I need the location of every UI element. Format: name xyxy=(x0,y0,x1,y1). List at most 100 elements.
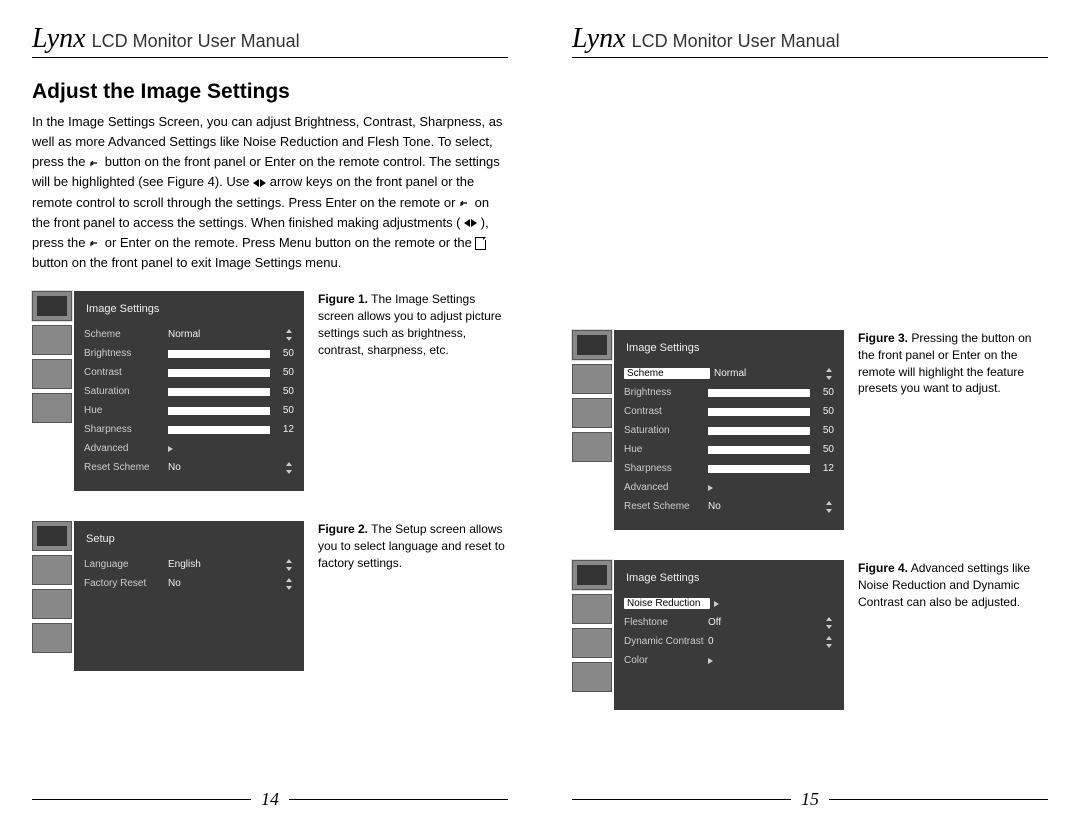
updown-icon[interactable] xyxy=(284,462,294,474)
select-value: No xyxy=(168,578,280,589)
menu-row-label: Brightness xyxy=(624,387,704,398)
menu-row[interactable]: Dynamic Contrast0 xyxy=(624,632,834,651)
menu-title: Setup xyxy=(84,529,294,555)
slider-track[interactable] xyxy=(708,427,810,435)
menu-row-label: Contrast xyxy=(624,406,704,417)
figure-4-block: Image Settings Noise ReductionFleshtoneO… xyxy=(572,560,1048,710)
caption-label: Figure 1. xyxy=(318,292,368,306)
submenu-arrow-icon[interactable] xyxy=(714,601,719,607)
slider-track[interactable] xyxy=(708,408,810,416)
menu-row[interactable]: Contrast50 xyxy=(84,363,294,382)
menu-row-label: Sharpness xyxy=(624,463,704,474)
figure-2-caption: Figure 2. The Setup screen allows you to… xyxy=(304,521,508,671)
menu-image-settings: Image Settings SchemeNormalBrightness50C… xyxy=(614,330,844,530)
slider-value: 50 xyxy=(814,387,834,398)
thumb-icon xyxy=(572,432,612,462)
menu-row-label: Fleshtone xyxy=(624,617,704,628)
menu-row-label: Hue xyxy=(624,444,704,455)
sidebar-thumbs xyxy=(32,291,74,491)
menu-row-label: Saturation xyxy=(84,386,164,397)
updown-icon[interactable] xyxy=(824,501,834,513)
menu-row[interactable]: Noise Reduction xyxy=(624,594,834,613)
slider-value: 50 xyxy=(814,406,834,417)
updown-icon[interactable] xyxy=(284,559,294,571)
slider-track[interactable] xyxy=(708,465,810,473)
updown-icon[interactable] xyxy=(824,617,834,629)
submenu-arrow-icon[interactable] xyxy=(168,446,173,452)
slider-value: 12 xyxy=(814,463,834,474)
submenu-arrow-icon[interactable] xyxy=(708,658,713,664)
menu-row[interactable]: Hue 50 xyxy=(624,440,834,459)
menu-row[interactable]: Saturation 50 xyxy=(84,382,294,401)
menu-row-label: Brightness xyxy=(84,348,164,359)
select-value: No xyxy=(168,462,280,473)
menu-row[interactable]: Saturation50 xyxy=(624,421,834,440)
menu-row-label: Reset Scheme xyxy=(84,462,164,473)
caption-label: Figure 3. xyxy=(858,331,908,345)
sidebar-thumbs xyxy=(572,330,614,530)
menu-page-icon xyxy=(475,237,486,250)
menu-row[interactable]: Color xyxy=(624,651,834,670)
menu-row[interactable]: Brightness 50 xyxy=(84,344,294,363)
menu-row[interactable]: Contrast 50 xyxy=(624,402,834,421)
menu-row[interactable]: Sharpness 12 xyxy=(624,459,834,478)
thumb-icon xyxy=(572,560,612,590)
menu-row[interactable]: Reset Scheme No xyxy=(84,458,294,477)
menu-row[interactable]: LanguageEnglish xyxy=(84,555,294,574)
menu-row[interactable]: Reset SchemeNo xyxy=(624,497,834,516)
left-arrow-icon xyxy=(464,219,470,227)
figure-4-caption: Figure 4. Advanced settings like Noise R… xyxy=(844,560,1048,710)
updown-icon[interactable] xyxy=(824,368,834,380)
updown-icon[interactable] xyxy=(824,636,834,648)
enter-icon xyxy=(459,198,471,208)
menu-row-label: Contrast xyxy=(84,367,164,378)
menu-row[interactable]: Fleshtone Off xyxy=(624,613,834,632)
slider-value: 50 xyxy=(274,348,294,359)
updown-icon[interactable] xyxy=(284,578,294,590)
slider-value: 50 xyxy=(274,386,294,397)
updown-icon[interactable] xyxy=(284,329,294,341)
menu-row[interactable]: Advanced xyxy=(84,439,294,458)
thumb-icon xyxy=(572,628,612,658)
right-arrow-icon xyxy=(471,219,477,227)
slider-track[interactable] xyxy=(168,426,270,434)
slider-track[interactable] xyxy=(168,369,270,377)
body-text-6: or Enter on the remote. Press Menu butto… xyxy=(105,235,476,250)
thumb-icon xyxy=(32,521,72,551)
slider-value: 50 xyxy=(814,444,834,455)
menu-row[interactable]: Brightness 50 xyxy=(624,383,834,402)
menu-row-label: Reset Scheme xyxy=(624,501,704,512)
thumb-icon xyxy=(32,393,72,423)
slider-track[interactable] xyxy=(168,407,270,415)
slider-value: 12 xyxy=(274,424,294,435)
brand-logo: Lynx xyxy=(572,25,626,53)
body-paragraph: In the Image Settings Screen, you can ad… xyxy=(32,112,508,273)
menu-row[interactable]: SchemeNormal xyxy=(84,325,294,344)
menu-row-label: Hue xyxy=(84,405,164,416)
header-title: LCD Monitor User Manual xyxy=(632,31,840,52)
menu-row-label: Noise Reduction xyxy=(624,598,710,609)
thumb-icon xyxy=(572,364,612,394)
enter-icon xyxy=(89,158,101,168)
thumb-icon xyxy=(32,589,72,619)
brand-logo: Lynx xyxy=(32,25,86,53)
slider-value: 50 xyxy=(814,425,834,436)
menu-row[interactable]: Sharpness12 xyxy=(84,420,294,439)
thumb-icon xyxy=(32,325,72,355)
caption-label: Figure 4. xyxy=(858,561,908,575)
slider-track[interactable] xyxy=(168,350,270,358)
slider-track[interactable] xyxy=(168,388,270,396)
caption-label: Figure 2. xyxy=(318,522,368,536)
slider-track[interactable] xyxy=(708,446,810,454)
menu-row[interactable]: Hue50 xyxy=(84,401,294,420)
slider-track[interactable] xyxy=(708,389,810,397)
menu-row-label: Scheme xyxy=(624,368,710,379)
body-text-7: button on the front panel to exit Image … xyxy=(32,255,341,270)
menu-row[interactable]: Factory ResetNo xyxy=(84,574,294,593)
submenu-arrow-icon[interactable] xyxy=(708,485,713,491)
menu-row[interactable]: SchemeNormal xyxy=(624,364,834,383)
select-value: Off xyxy=(708,617,820,628)
enter-icon xyxy=(89,238,101,248)
menu-row[interactable]: Advanced xyxy=(624,478,834,497)
thumb-icon xyxy=(32,555,72,585)
